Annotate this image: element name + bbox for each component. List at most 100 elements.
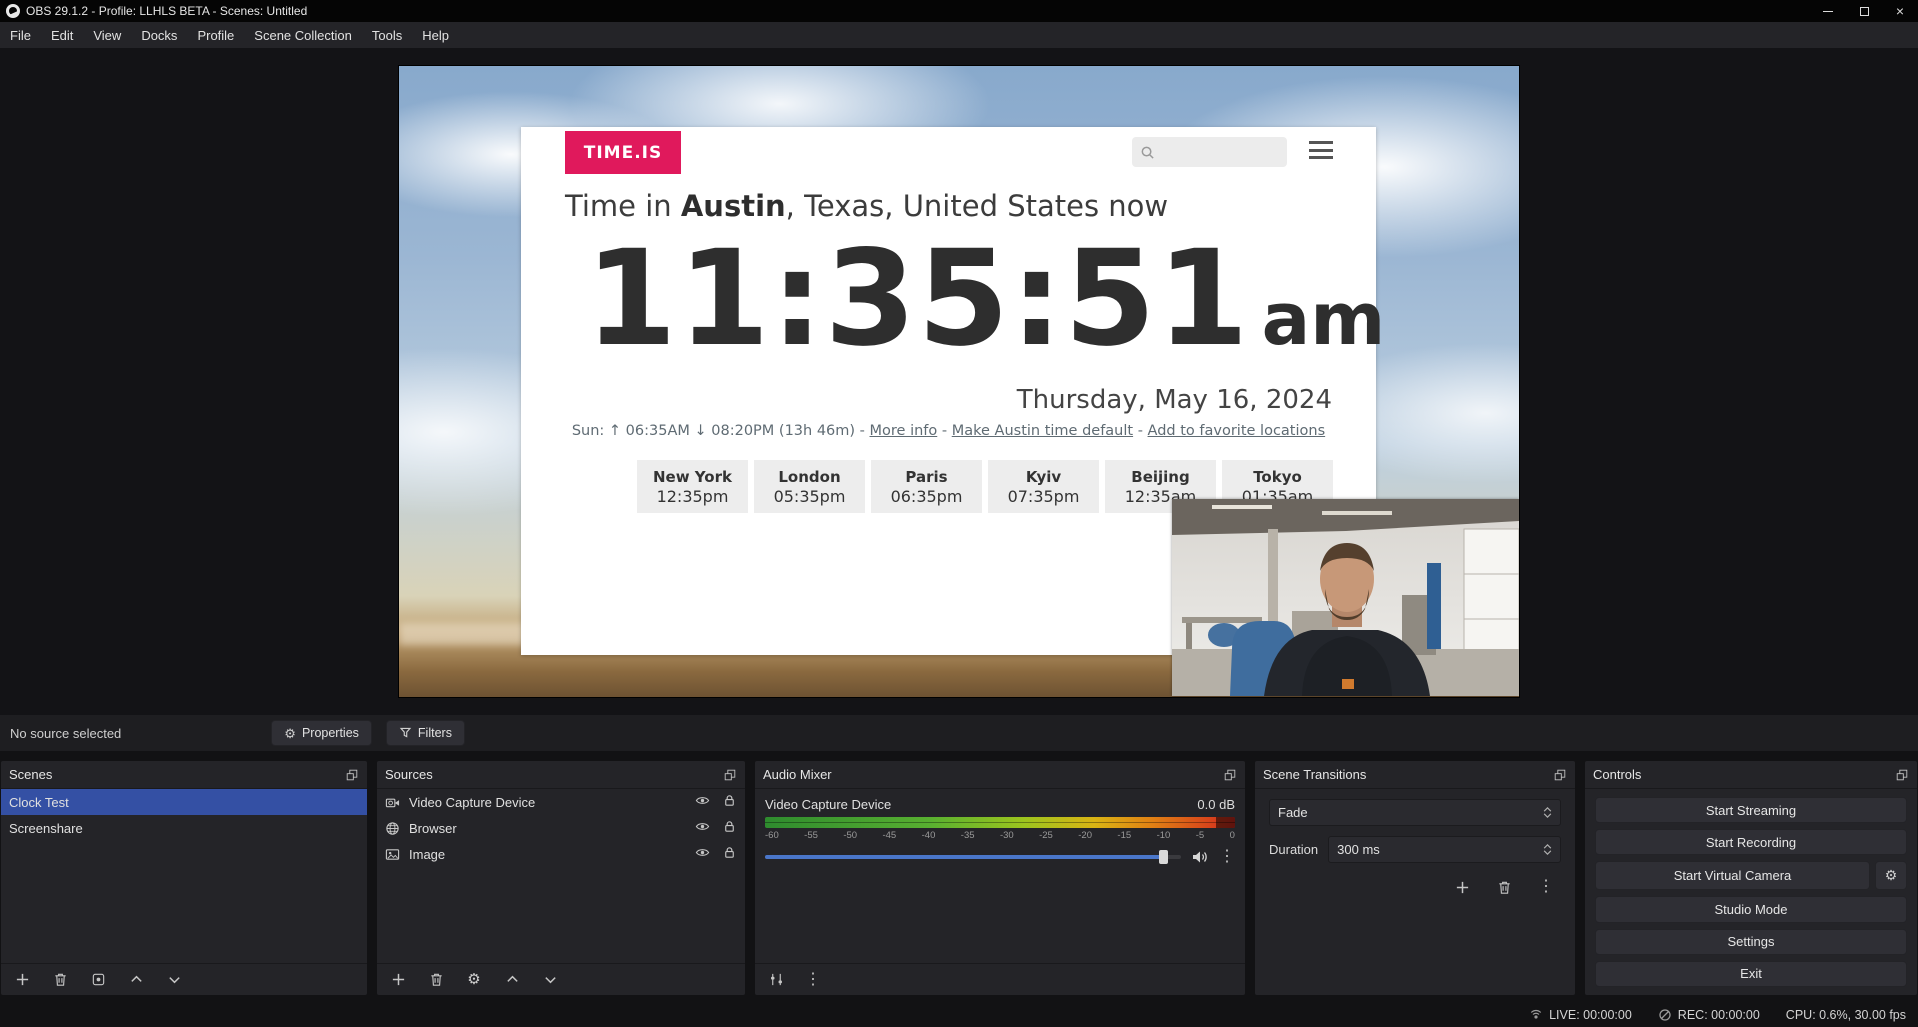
audio-mixer-header: Audio Mixer	[755, 761, 1245, 789]
mixer-channel: Video Capture Device 0.0 dB -60-55-50-45…	[755, 789, 1245, 963]
dock-popout-icon[interactable]	[1223, 768, 1237, 782]
move-source-down-button[interactable]	[541, 971, 559, 989]
visibility-eye-icon[interactable]	[695, 793, 710, 811]
mixer-channel-name: Video Capture Device	[765, 797, 891, 812]
start-streaming-button[interactable]: Start Streaming	[1595, 797, 1907, 823]
source-status-label: No source selected	[10, 726, 121, 741]
menu-tools[interactable]: Tools	[362, 22, 412, 48]
visibility-eye-icon[interactable]	[695, 819, 710, 837]
city-tile: New York12:35pm	[637, 460, 748, 513]
properties-button[interactable]: ⚙ Properties	[271, 720, 372, 746]
timeis-sun-info: Sun: ↑ 06:35AM ↓ 08:20PM (13h 46m) - Mor…	[521, 423, 1376, 439]
controls-title: Controls	[1593, 767, 1641, 782]
controls-panel: Controls Start Streaming Start Recording…	[1585, 761, 1917, 995]
move-source-up-button[interactable]	[503, 971, 521, 989]
mixer-db-value: 0.0 dB	[1197, 797, 1235, 812]
dock-popout-icon[interactable]	[723, 768, 737, 782]
mixer-menu-kebab-icon[interactable]: ⋮	[805, 972, 821, 988]
cpu-fps-stats: CPU: 0.6%, 30.00 fps	[1786, 1008, 1906, 1022]
menu-edit[interactable]: Edit	[41, 22, 83, 48]
remove-transition-button[interactable]	[1491, 875, 1517, 899]
menu-file[interactable]: File	[0, 22, 41, 48]
source-item-video-capture[interactable]: Video Capture Device	[377, 789, 745, 815]
duration-label: Duration	[1269, 842, 1318, 857]
exit-button[interactable]: Exit	[1595, 961, 1907, 987]
transitions-title: Scene Transitions	[1263, 767, 1366, 782]
studio-mode-button[interactable]: Studio Mode	[1595, 896, 1907, 922]
volume-slider-handle[interactable]	[1159, 850, 1168, 864]
more-info-link: More info	[870, 423, 938, 439]
scene-item-clock-test[interactable]: Clock Test	[1, 789, 367, 815]
gear-icon: ⚙	[1885, 867, 1898, 884]
scenes-toolbar	[1, 963, 367, 995]
menu-help[interactable]: Help	[412, 22, 459, 48]
timeis-logo: TIME.IS	[565, 131, 681, 174]
lock-icon[interactable]	[722, 819, 737, 837]
start-virtual-camera-button[interactable]: Start Virtual Camera	[1595, 861, 1870, 890]
transition-select[interactable]: Fade	[1269, 799, 1561, 826]
city-tile: Kyiv07:35pm	[988, 460, 1099, 513]
clock-digits: 11:35:51	[585, 227, 1250, 372]
scene-transitions-panel: Scene Transitions Fade Duration 300 ms	[1255, 761, 1575, 995]
channel-menu-kebab-icon[interactable]: ⋮	[1219, 849, 1235, 865]
meter-scale: -60-55-50-45-40-35-30-25-20-15-10-50	[765, 830, 1235, 841]
window-title: OBS 29.1.2 - Profile: LLHLS BETA - Scene…	[26, 4, 307, 18]
visibility-eye-icon[interactable]	[695, 845, 710, 863]
scene-item-screenshare[interactable]: Screenshare	[1, 815, 367, 841]
settings-button[interactable]: Settings	[1595, 929, 1907, 955]
close-icon: ×	[1896, 3, 1904, 19]
audio-mixer-panel: Audio Mixer Video Capture Device 0.0 dB …	[755, 761, 1245, 995]
scenes-panel: Scenes Clock Test Screenshare	[1, 761, 367, 995]
dock-popout-icon[interactable]	[345, 768, 359, 782]
minimize-button[interactable]	[1810, 0, 1846, 22]
obs-logo-icon	[6, 4, 20, 18]
timeis-search-box	[1132, 137, 1287, 167]
audio-mixer-title: Audio Mixer	[763, 767, 832, 782]
scene-filters-button[interactable]	[89, 971, 107, 989]
lock-icon[interactable]	[722, 845, 737, 863]
dock-popout-icon[interactable]	[1895, 768, 1909, 782]
menu-scene-collection[interactable]: Scene Collection	[244, 22, 362, 48]
hamburger-menu-icon	[1309, 141, 1333, 159]
webcam-overlay	[1172, 499, 1519, 696]
menu-profile[interactable]: Profile	[187, 22, 244, 48]
camera-icon	[385, 794, 401, 810]
gear-icon: ⚙	[467, 972, 480, 987]
remove-scene-button[interactable]	[51, 971, 69, 989]
add-transition-button[interactable]	[1449, 875, 1475, 899]
volume-meter	[765, 817, 1235, 828]
source-item-browser[interactable]: Browser	[377, 815, 745, 841]
start-recording-button[interactable]: Start Recording	[1595, 829, 1907, 855]
scenes-list: Clock Test Screenshare	[1, 789, 367, 963]
spinner-arrows-icon[interactable]	[1543, 844, 1552, 855]
add-scene-button[interactable]	[13, 971, 31, 989]
webcam-video	[1172, 499, 1519, 696]
remove-source-button[interactable]	[427, 971, 445, 989]
lock-icon[interactable]	[722, 793, 737, 811]
controls-header: Controls	[1585, 761, 1917, 789]
source-item-image[interactable]: Image	[377, 841, 745, 867]
sources-panel-header: Sources	[377, 761, 745, 789]
volume-slider[interactable]	[765, 855, 1181, 859]
globe-icon	[385, 820, 401, 836]
duration-input[interactable]: 300 ms	[1328, 836, 1561, 863]
transition-menu-kebab-icon[interactable]: ⋮	[1533, 875, 1559, 899]
add-source-button[interactable]	[389, 971, 407, 989]
menu-docks[interactable]: Docks	[131, 22, 187, 48]
advanced-audio-icon[interactable]	[767, 971, 785, 989]
obs-window: OBS 29.1.2 - Profile: LLHLS BETA - Scene…	[0, 0, 1918, 1027]
close-button[interactable]: ×	[1882, 0, 1918, 22]
sources-toolbar: ⚙	[377, 963, 745, 995]
live-time: LIVE: 00:00:00	[1549, 1008, 1632, 1022]
source-properties-button[interactable]: ⚙	[465, 971, 483, 989]
move-scene-down-button[interactable]	[165, 971, 183, 989]
filters-button[interactable]: Filters	[386, 720, 465, 746]
city-tile: Paris06:35pm	[871, 460, 982, 513]
speaker-icon[interactable]	[1191, 849, 1209, 865]
preview-canvas[interactable]: TIME.IS Time in Austin, Texas, United St…	[399, 66, 1519, 697]
move-scene-up-button[interactable]	[127, 971, 145, 989]
maximize-button[interactable]	[1846, 0, 1882, 22]
virtual-camera-settings-button[interactable]: ⚙	[1875, 861, 1907, 890]
menu-view[interactable]: View	[83, 22, 131, 48]
dock-popout-icon[interactable]	[1553, 768, 1567, 782]
